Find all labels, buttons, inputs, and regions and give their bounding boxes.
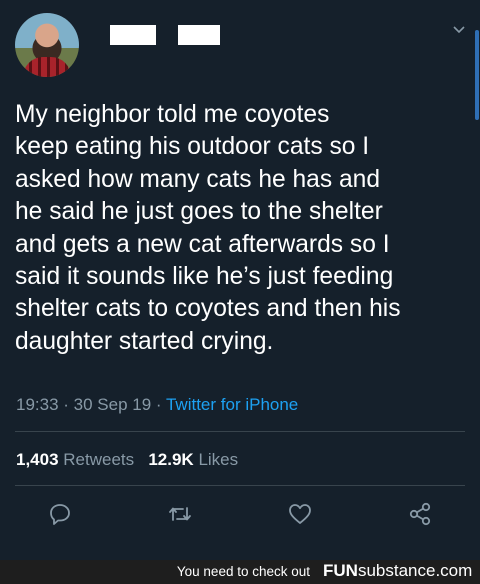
scrollbar[interactable] [475, 30, 479, 120]
retweet-icon[interactable] [166, 500, 194, 528]
retweets-stat[interactable]: 1,403 Retweets [16, 450, 134, 469]
likes-label: Likes [198, 450, 239, 469]
action-bar [0, 500, 480, 532]
heart-icon[interactable] [286, 500, 314, 528]
funsubstance-logo: FUNsubstance.com [323, 561, 472, 581]
tweet-date: 30 Sep 19 [73, 395, 152, 414]
share-icon[interactable] [406, 500, 434, 528]
redacted-display-name [110, 25, 156, 45]
banner-message: You need to check out [176, 564, 310, 579]
logo-bold: FUN [323, 561, 358, 580]
redacted-username [178, 25, 220, 45]
divider [15, 431, 465, 432]
avatar[interactable] [15, 13, 79, 77]
reply-icon[interactable] [46, 500, 74, 528]
tweet-text: My neighbor told me coyotes keep eating … [15, 101, 401, 355]
watermark-banner: You need to check out FUNsubstance.com [0, 560, 480, 584]
retweets-count: 1,403 [16, 450, 59, 469]
tweet-header [0, 0, 480, 90]
chevron-down-icon[interactable] [452, 22, 466, 36]
tweet-meta: 19:33 · 30 Sep 19 · Twitter for iPhone [16, 395, 299, 414]
tweet-time: 19:33 [16, 395, 59, 414]
likes-stat[interactable]: 12.9K Likes [148, 450, 238, 469]
avatar-shirt [23, 57, 71, 77]
tweet-stats: 1,403 Retweets 12.9K Likes [16, 450, 238, 470]
likes-count: 12.9K [148, 450, 194, 469]
tweet-source[interactable]: Twitter for iPhone [166, 395, 298, 414]
divider [15, 485, 465, 486]
logo-rest: substance.com [357, 561, 473, 580]
retweets-label: Retweets [63, 450, 135, 469]
